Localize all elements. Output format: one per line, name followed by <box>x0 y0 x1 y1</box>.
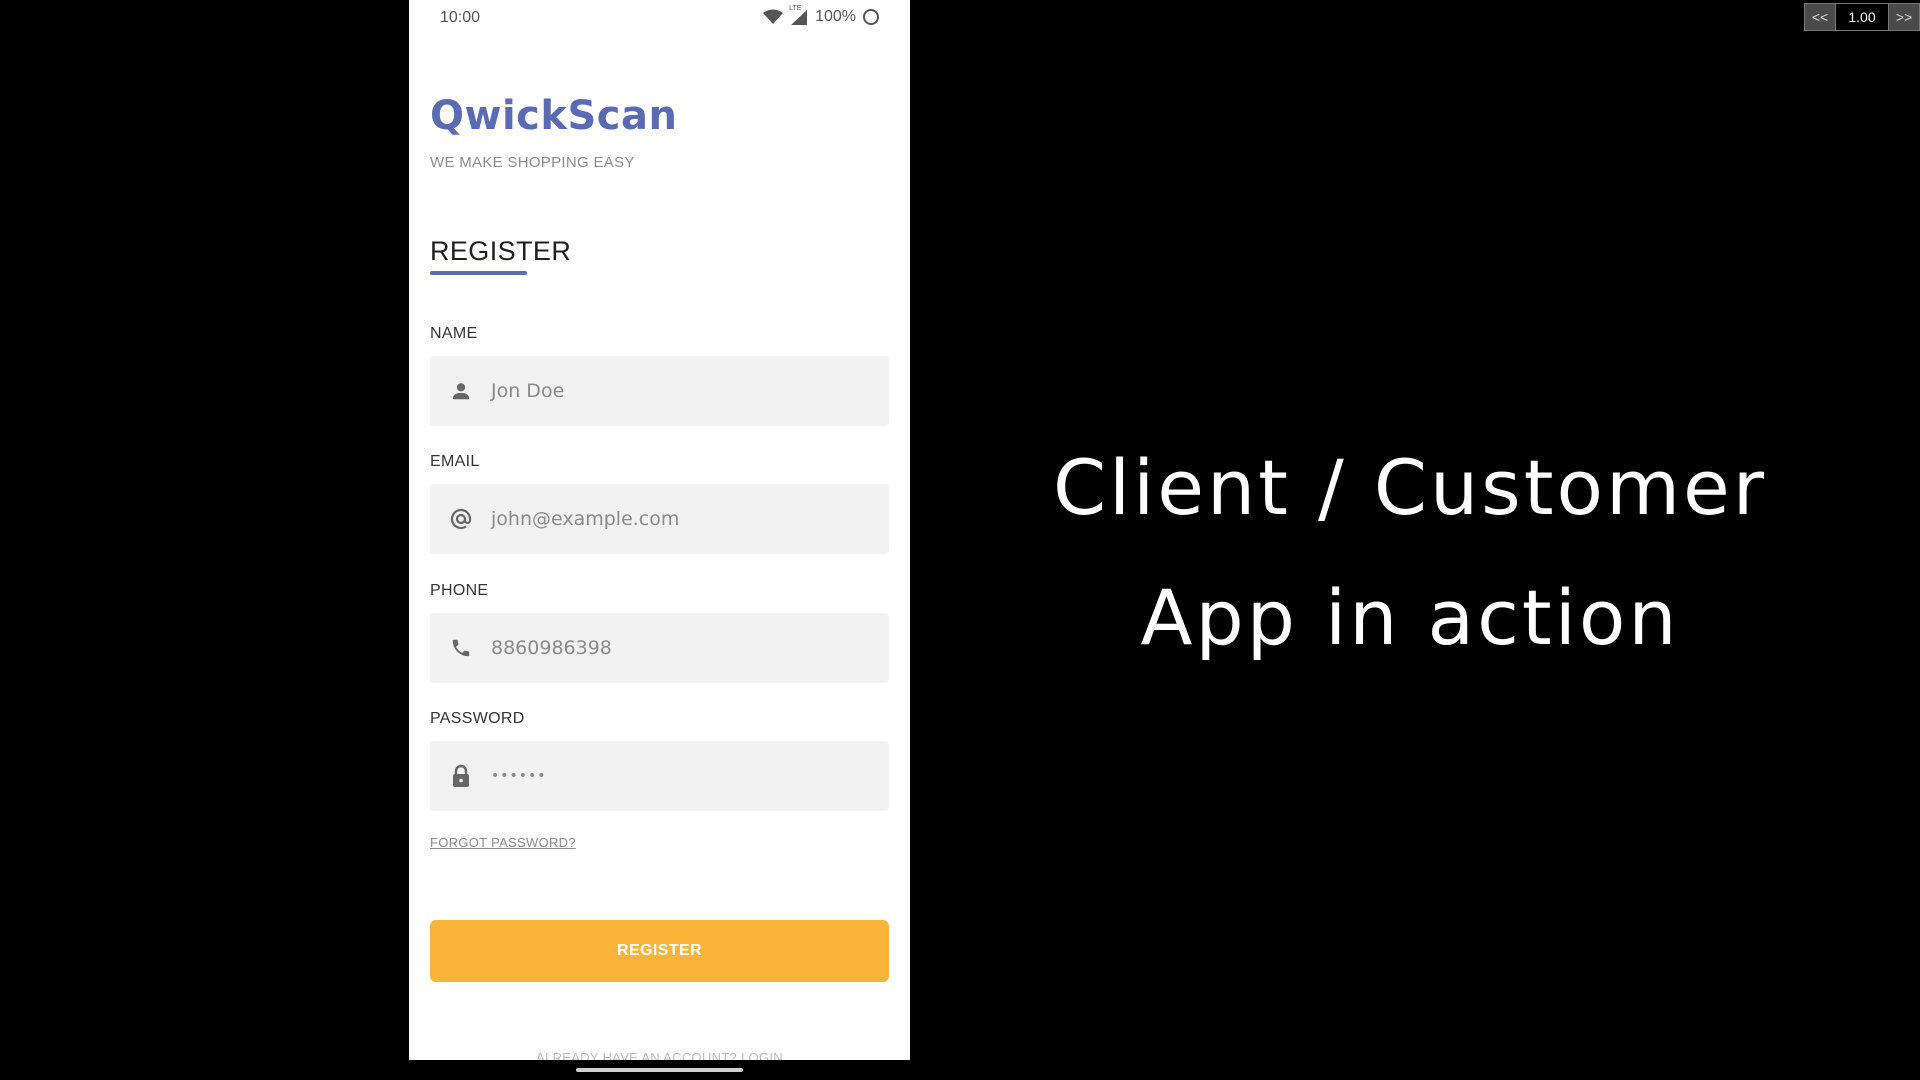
password-label: PASSWORD <box>430 710 525 727</box>
login-link[interactable]: ALREADY HAVE AN ACCOUNT? LOGIN <box>409 1050 910 1060</box>
network-type-label: LTE <box>789 5 802 12</box>
page-title: REGISTER <box>430 236 572 266</box>
title-underline <box>430 271 527 275</box>
playback-speed-control: << 1.00 >> <box>1804 3 1920 31</box>
email-label: EMAIL <box>430 453 480 470</box>
battery-circle-icon <box>862 8 880 26</box>
phone-value: 8860986398 <box>491 637 612 659</box>
signal-icon: LTE <box>789 5 809 26</box>
email-field[interactable]: john@example.com <box>430 484 889 554</box>
email-value: john@example.com <box>491 508 680 530</box>
caption-line-1: Client / Customer <box>1052 443 1768 532</box>
speed-decrease-button[interactable]: << <box>1804 3 1836 31</box>
speed-value: 1.00 <box>1836 3 1888 31</box>
caption-line-2: App in action <box>1140 573 1680 662</box>
speed-increase-button[interactable]: >> <box>1888 3 1920 31</box>
lock-icon <box>449 764 473 788</box>
status-time: 10:00 <box>440 9 481 26</box>
app-tagline: WE MAKE SHOPPING EASY <box>430 154 635 171</box>
register-button[interactable]: REGISTER <box>430 920 889 982</box>
password-field[interactable]: •••••• <box>430 741 889 811</box>
status-bar: 10:00 LTE 100% <box>409 0 910 36</box>
password-value: •••••• <box>491 768 547 784</box>
app-logo-text: QwickScan <box>430 93 678 139</box>
video-frame: 10:00 LTE 100% QwickScan WE MAKE SHOPPIN… <box>0 0 1920 1080</box>
forgot-password-link[interactable]: FORGOT PASSWORD? <box>430 835 576 850</box>
person-icon <box>449 379 473 403</box>
home-indicator[interactable] <box>576 1068 743 1072</box>
wifi-icon <box>763 9 784 25</box>
status-icons: LTE 100% <box>763 5 880 26</box>
battery-percent: 100% <box>815 8 856 25</box>
name-label: NAME <box>430 325 478 342</box>
phone-icon <box>449 636 473 660</box>
phone-label: PHONE <box>430 582 489 599</box>
name-value: Jon Doe <box>491 380 565 402</box>
phone-screen: 10:00 LTE 100% QwickScan WE MAKE SHOPPIN… <box>409 0 910 1060</box>
at-icon <box>449 507 473 531</box>
name-field[interactable]: Jon Doe <box>430 356 889 426</box>
phone-field[interactable]: 8860986398 <box>430 613 889 683</box>
